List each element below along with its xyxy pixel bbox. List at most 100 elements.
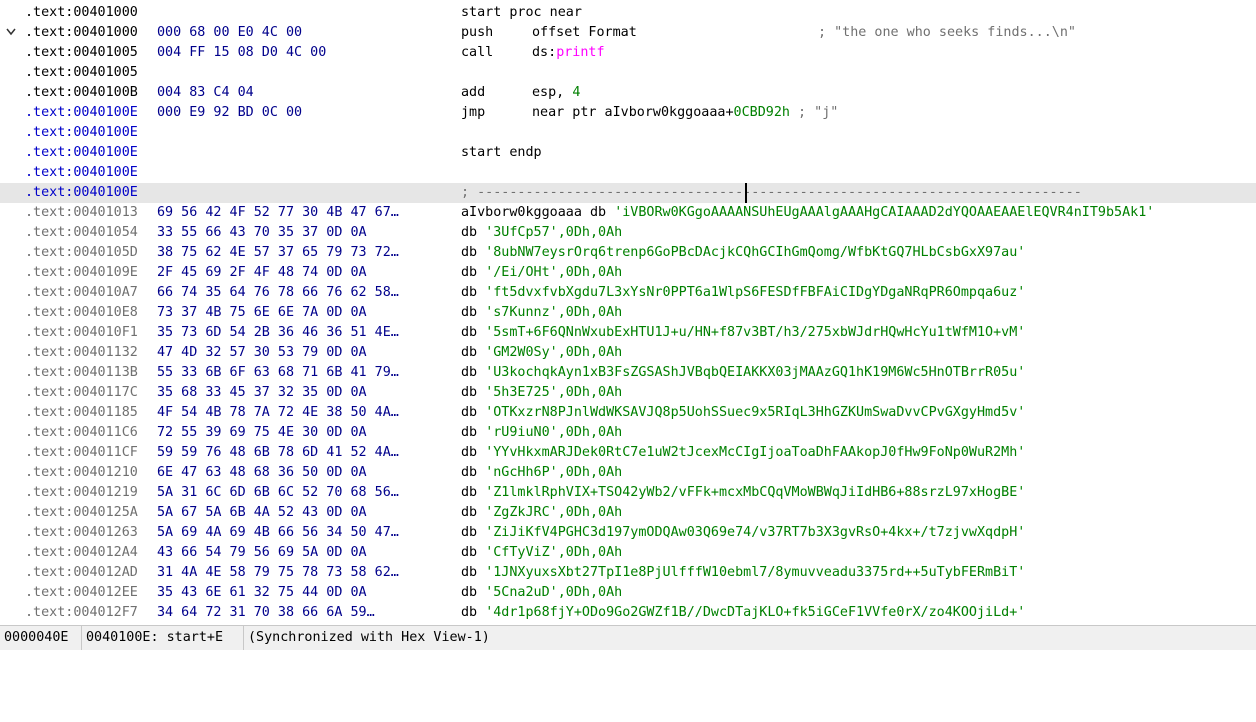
listing-row[interactable]: .text:00401005 004 FF 15 08 D0 4C 00 call d… — [0, 43, 1256, 63]
row-data-definition[interactable]: db '3UfCp57',0Dh,0Ah — [461, 223, 622, 243]
row-data-label[interactable]: db — [461, 445, 485, 460]
row-data-label[interactable]: db — [461, 365, 485, 380]
row-data-label[interactable]: db — [461, 505, 485, 520]
row-operand-part[interactable]: 4 — [572, 85, 580, 100]
row-data-definition[interactable]: db '4dr1p68fjY+ODo9Go2GWZf1B//DwcDTajKLO… — [461, 603, 1025, 623]
data-row[interactable]: .text:00401185 4F 54 4B 78 7A 72 4E 38 50… — [0, 403, 1256, 423]
row-data-label[interactable]: db — [461, 525, 485, 540]
row-data-label[interactable]: db — [461, 465, 485, 480]
row-address[interactable]: .text:0040113B — [25, 363, 138, 383]
row-data-label[interactable]: db — [461, 325, 485, 340]
row-string-literal[interactable]: 's7Kunnz' — [485, 305, 558, 320]
row-address[interactable]: .text:004012AD — [25, 563, 138, 583]
row-mnemonic[interactable]: add — [461, 83, 532, 103]
row-string-literal[interactable]: 'Z1lmklRphVIX+TSO42yWb2/vFFk+mcxMbCQqVMo… — [485, 485, 1025, 500]
row-data-definition[interactable]: db '8ubNW7eysrOrq6trenp6GoPBcDAcjkCQhGCI… — [461, 243, 1025, 263]
row-string-literal[interactable]: 'CfTyViZ' — [485, 545, 558, 560]
row-string-literal[interactable]: '1JNXyuxsXbt27TpI1e8PjUlfffW10ebml7/8ymu… — [485, 565, 1025, 580]
data-row[interactable]: .text:00401219 5A 31 6C 6D 6B 6C 52 70 68… — [0, 483, 1256, 503]
row-instruction[interactable]: start proc near — [461, 3, 582, 23]
listing-row[interactable]: .text:00401000 000 68 00 E0 4C 00 push offs… — [0, 23, 1256, 43]
row-address[interactable]: .text:0040105D — [25, 243, 138, 263]
row-operand-part[interactable]: esp, — [532, 85, 572, 100]
row-address[interactable]: .text:004010E8 — [25, 303, 138, 323]
collapse-chevron-icon[interactable] — [6, 23, 20, 43]
row-address[interactable]: .text:00401263 — [25, 523, 138, 543]
row-data-definition[interactable]: db 'nGcHh6P',0Dh,0Ah — [461, 463, 622, 483]
row-data-label[interactable]: db — [461, 285, 485, 300]
row-address[interactable]: .text:00401000 — [25, 23, 138, 43]
row-data-definition[interactable]: db '1JNXyuxsXbt27TpI1e8PjUlfffW10ebml7/8… — [461, 563, 1025, 583]
row-data-label[interactable]: db — [461, 245, 485, 260]
row-instruction[interactable]: start endp — [461, 143, 542, 163]
data-row[interactable]: .text:00401132 47 4D 32 57 30 53 79 0D 0A… — [0, 343, 1256, 363]
data-row[interactable]: .text:004011CF 59 59 76 48 6B 78 6D 41 52… — [0, 443, 1256, 463]
row-address[interactable]: .text:00401000 — [25, 3, 138, 23]
row-data-label[interactable]: db — [461, 385, 485, 400]
row-string-literal[interactable]: '5h3E725' — [485, 385, 558, 400]
row-data-definition[interactable]: db 'ft5dvxfvbXgdu7L3xYsNr0PPT6a1WlpS6FES… — [461, 283, 1025, 303]
data-row[interactable]: .text:0040113B 55 33 6B 6F 63 68 71 6B 41… — [0, 363, 1256, 383]
row-string-literal[interactable]: '/Ei/OHt' — [485, 265, 558, 280]
row-data-definition[interactable]: db 'ZgZkJRC',0Dh,0Ah — [461, 503, 622, 523]
row-string-literal[interactable]: 'ZiJiKfV4PGHC3d197ymODQAw03Q69e74/v37RT7… — [485, 525, 1025, 540]
row-data-label[interactable]: db — [461, 405, 485, 420]
row-instruction[interactable]: jmp near ptr aIvborw0kggoaaa+0CBD92h ; "j… — [461, 103, 838, 123]
row-operand-part[interactable]: near ptr aIvborw0kggoaaa+ — [532, 105, 734, 120]
row-address[interactable]: .text:00401054 — [25, 223, 138, 243]
listing-row[interactable]: .text:0040100E — [0, 163, 1256, 183]
row-address[interactable]: .text:0040125A — [25, 503, 138, 523]
data-row[interactable]: .text:0040105D 38 75 62 4E 57 37 65 79 73… — [0, 243, 1256, 263]
data-row[interactable]: .text:004012AD 31 4A 4E 58 79 75 78 73 58… — [0, 563, 1256, 583]
row-address[interactable]: .text:00401210 — [25, 463, 138, 483]
data-row[interactable]: .text:0040117C 35 68 33 45 37 32 35 0D 0A… — [0, 383, 1256, 403]
row-operand-part[interactable]: printf — [556, 45, 604, 60]
row-address[interactable]: .text:0040100E — [25, 103, 138, 123]
row-string-literal[interactable]: '3UfCp57' — [485, 225, 558, 240]
row-data-definition[interactable]: db 's7Kunnz',0Dh,0Ah — [461, 303, 622, 323]
row-data-label[interactable]: db — [461, 485, 485, 500]
row-address[interactable]: .text:004010A7 — [25, 283, 138, 303]
data-row[interactable]: .text:00401263 5A 69 4A 69 4B 66 56 34 50… — [0, 523, 1256, 543]
row-string-literal[interactable]: '4dr1p68fjY+ODo9Go2GWZf1B//DwcDTajKLO+fk… — [485, 605, 1025, 620]
listing-row[interactable]: .text:00401005 — [0, 63, 1256, 83]
data-row[interactable]: .text:004010E8 73 37 4B 75 6E 6E 7A 0D 0A… — [0, 303, 1256, 323]
row-address[interactable]: .text:0040117C — [25, 383, 138, 403]
row-address[interactable]: .text:00401132 — [25, 343, 138, 363]
row-data-label[interactable]: db — [461, 265, 485, 280]
data-row[interactable]: .text:004010F1 35 73 6D 54 2B 36 46 36 51… — [0, 323, 1256, 343]
row-data-label[interactable]: db — [461, 225, 485, 240]
row-string-literal[interactable]: '5smT+6F6QNnWxubExHTU1J+u/HN+f87v3BT/h3/… — [485, 325, 1025, 340]
row-mnemonic[interactable]: start endp — [461, 145, 542, 160]
row-operand-part[interactable]: ; "j" — [790, 105, 838, 120]
row-address[interactable]: .text:0040100E — [25, 163, 138, 183]
data-row[interactable]: .text:00401210 6E 47 63 48 68 36 50 0D 0A… — [0, 463, 1256, 483]
row-address[interactable]: .text:00401005 — [25, 43, 138, 63]
data-row[interactable]: .text:004010A7 66 74 35 64 76 78 66 76 62… — [0, 283, 1256, 303]
data-row[interactable]: .text:004012A4 43 66 54 79 56 69 5A 0D 0A… — [0, 543, 1256, 563]
row-data-definition[interactable]: db '5smT+6F6QNnWxubExHTU1J+u/HN+f87v3BT/… — [461, 323, 1025, 343]
row-data-label[interactable]: db — [461, 425, 485, 440]
row-data-definition[interactable]: db '5h3E725',0Dh,0Ah — [461, 383, 622, 403]
row-mnemonic[interactable]: push — [461, 23, 532, 43]
row-data-label[interactable]: aIvborw0kggoaaa db — [461, 205, 614, 220]
row-data-definition[interactable]: db '/Ei/OHt',0Dh,0Ah — [461, 263, 622, 283]
row-mnemonic[interactable]: call — [461, 43, 532, 63]
row-string-literal[interactable]: '5Cna2uD' — [485, 585, 558, 600]
row-address[interactable]: .text:00401219 — [25, 483, 138, 503]
row-string-literal[interactable]: 'OTKxzrN8PJnlWdWKSAVJQ8p5UohSSuec9x5RIqL… — [485, 405, 1025, 420]
row-address[interactable]: .text:004010F1 — [25, 323, 138, 343]
listing-row[interactable]: .text:0040100E — [0, 123, 1256, 143]
row-instruction[interactable]: add esp, 4 — [461, 83, 580, 103]
row-data-definition[interactable]: db 'U3kochqkAyn1xB3FsZGSAShJVBqbQEIAKKX0… — [461, 363, 1025, 383]
listing-row[interactable]: .text:0040100E ; ------------------------… — [0, 183, 1256, 203]
data-row[interactable]: .text:0040125A 5A 67 5A 6B 4A 52 43 0D 0A… — [0, 503, 1256, 523]
row-data-label[interactable]: db — [461, 345, 485, 360]
row-operands[interactable]: offset Format — [532, 25, 637, 40]
data-row[interactable]: .text:004012F7 34 64 72 31 70 38 66 6A 59… — [0, 603, 1256, 623]
row-data-definition[interactable]: db '5Cna2uD',0Dh,0Ah — [461, 583, 622, 603]
row-data-definition[interactable]: db 'Z1lmklRphVIX+TSO42yWb2/vFFk+mcxMbCQq… — [461, 483, 1025, 503]
row-string-literal[interactable]: 'iVBORw0KGgoAAAANSUhEUgAAAlgAAAHgCAIAAAD… — [614, 205, 1154, 220]
row-instruction[interactable]: push offset Format — [461, 23, 637, 43]
data-row[interactable]: .text:00401054 33 55 66 43 70 35 37 0D 0A… — [0, 223, 1256, 243]
